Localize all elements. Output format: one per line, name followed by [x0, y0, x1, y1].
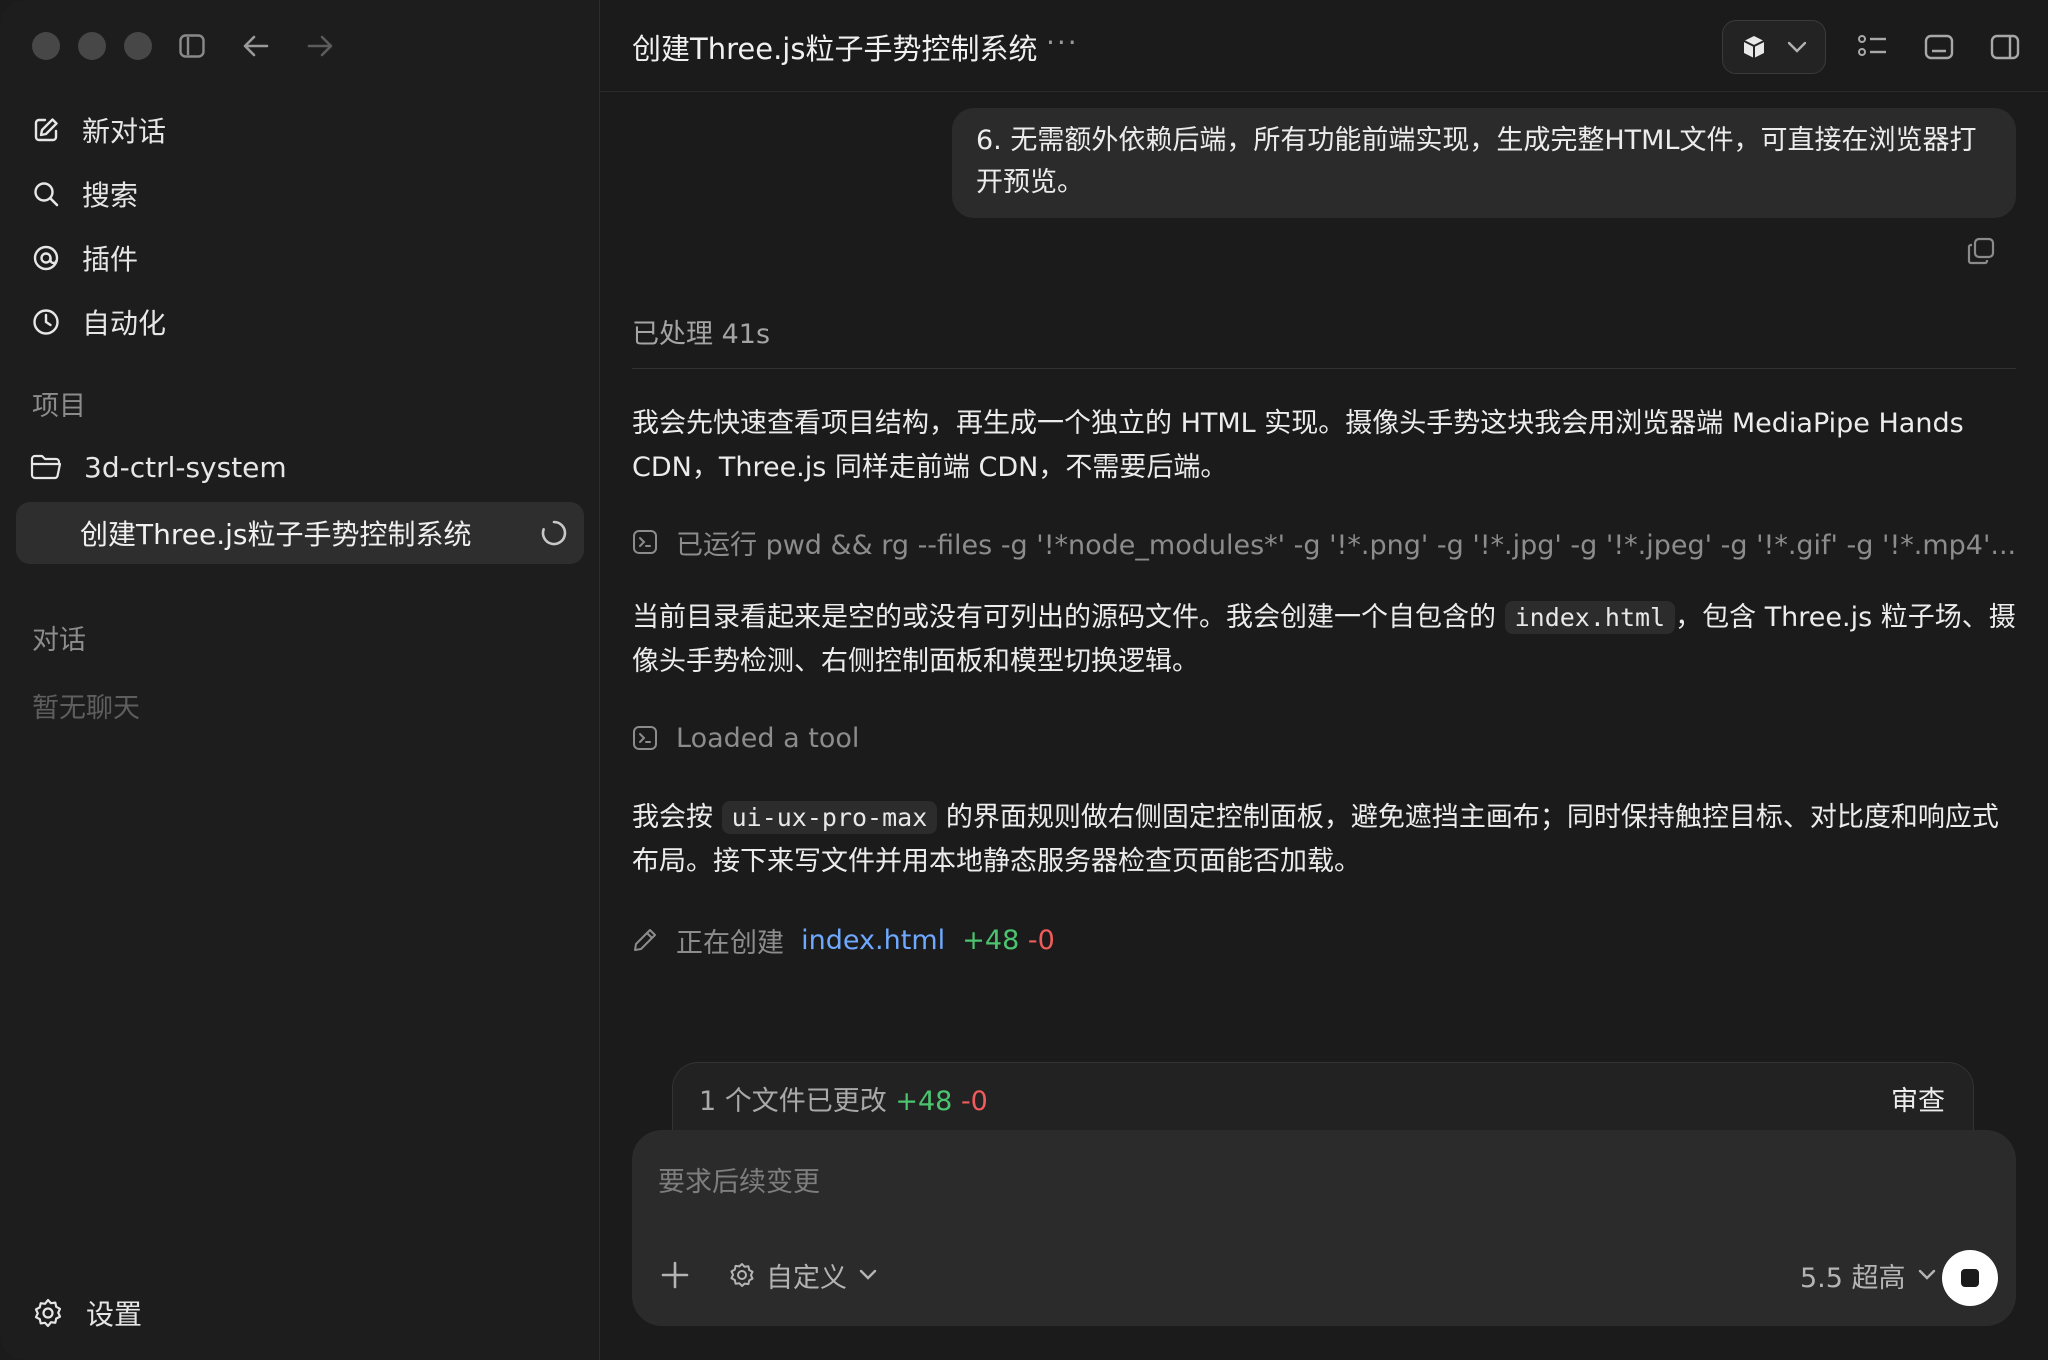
tool-call-loaded-tool[interactable]: Loaded a tool: [632, 718, 2022, 758]
lines-removed: -0: [1027, 924, 1055, 956]
toggle-sidebar-icon[interactable]: [176, 30, 208, 62]
plugin-icon: [30, 242, 62, 274]
chats-section-label: 对话: [32, 625, 86, 656]
inline-code-skill: ui-ux-pro-max: [721, 801, 938, 834]
empty-chats-text: 暂无聊天: [32, 693, 140, 724]
pencil-icon: [634, 929, 656, 951]
sidebar: 新对话 搜索 插件 自动化 项目 3d-ctrl-system 创建Three.…: [0, 0, 600, 1360]
permission-mode-dropdown[interactable]: 自定义: [728, 1254, 877, 1296]
plus-icon: [661, 1261, 689, 1289]
processed-time-label[interactable]: 已处理 41s: [632, 312, 770, 351]
lines-added: +48: [962, 924, 1020, 956]
terminal-icon: [633, 726, 657, 750]
cube-icon: [1743, 36, 1765, 58]
chevron-down-icon: [859, 1269, 877, 1280]
loading-spinner-icon: [541, 520, 567, 546]
automation-button[interactable]: 自动化: [30, 290, 570, 354]
new-chat-button[interactable]: 新对话: [30, 98, 570, 162]
creating-file-name[interactable]: index.html: [801, 925, 945, 956]
assistant-paragraph-1: 我会先快速查看项目结构，再生成一个独立的 HTML 实现。摄像头手势这块我会用浏…: [632, 408, 1964, 483]
sidebar-item-active-chat[interactable]: 创建Three.js粒子手势控制系统: [16, 502, 584, 564]
composer: 要求后续变更 自定义 5.5 超高: [632, 1130, 2016, 1326]
main-panel: 创建Three.js粒子手势控制系统 ··· 6. 无需额外依赖后端，所有功能前…: [600, 0, 2048, 1360]
gear-icon: [730, 1263, 754, 1287]
model-selector-dropdown[interactable]: 5.5 超高: [1800, 1254, 1936, 1296]
stop-generation-button[interactable]: [1942, 1250, 1998, 1306]
inline-code-index-html: index.html: [1504, 601, 1676, 634]
folder-icon: [30, 451, 64, 483]
back-arrow-icon[interactable]: [240, 30, 272, 62]
more-options-button[interactable]: ···: [1046, 26, 1079, 59]
settings-button[interactable]: 设置: [32, 1284, 142, 1342]
forward-arrow-icon[interactable]: [304, 30, 336, 62]
minimize-window-button[interactable]: [78, 32, 106, 60]
search-button[interactable]: 搜索: [30, 162, 570, 226]
sidebar-nav: 新对话 搜索 插件 自动化: [30, 98, 570, 354]
review-button[interactable]: 审查: [1891, 1079, 1945, 1118]
follow-up-input[interactable]: 要求后续变更: [658, 1160, 820, 1199]
divider: [632, 368, 2016, 369]
plugins-button[interactable]: 插件: [30, 226, 570, 290]
tool-call-ran-command[interactable]: 已运行 pwd && rg --files -g '!*node_modules…: [632, 522, 2022, 562]
assistant-paragraph-2: 当前目录看起来是空的或没有可列出的源码文件。我会创建一个自包含的 index.h…: [632, 601, 2016, 677]
chevron-down-icon: [1787, 41, 1807, 53]
add-attachment-button[interactable]: [658, 1258, 692, 1292]
app-window: 新对话 搜索 插件 自动化 项目 3d-ctrl-system 创建Three.…: [0, 0, 2048, 1360]
user-message-bubble: 6. 无需额外依赖后端，所有功能前端实现，生成完整HTML文件，可直接在浏览器打…: [952, 108, 2016, 218]
window-controls: [32, 32, 152, 60]
maximize-window-button[interactable]: [124, 32, 152, 60]
projects-section-label: 项目: [32, 391, 86, 422]
tool-call-creating-file[interactable]: 正在创建 index.html +48 -0: [632, 920, 2022, 960]
chat-title: 创建Three.js粒子手势控制系统: [632, 32, 1038, 66]
close-window-button[interactable]: [32, 32, 60, 60]
gear-icon: [32, 1296, 66, 1330]
clock-icon: [30, 306, 62, 338]
terminal-icon: [633, 530, 657, 554]
open-in-app-dropdown[interactable]: [1722, 20, 1826, 74]
assistant-paragraph-3: 我会按 ui-ux-pro-max 的界面规则做右侧固定控制面板，避免遮挡主画布…: [632, 801, 1999, 877]
project-folder-item[interactable]: 3d-ctrl-system: [30, 438, 287, 496]
copy-icon[interactable]: [1966, 236, 1996, 266]
toggle-terminal-icon[interactable]: [1922, 30, 1956, 64]
chat-header: 创建Three.js粒子手势控制系统 ···: [600, 0, 2048, 92]
task-list-icon[interactable]: [1856, 30, 1890, 64]
compose-icon: [30, 114, 62, 146]
search-icon: [30, 178, 62, 210]
stop-icon: [1961, 1269, 1979, 1287]
chevron-down-icon: [1918, 1269, 1935, 1280]
toggle-right-panel-icon[interactable]: [1988, 30, 2022, 64]
